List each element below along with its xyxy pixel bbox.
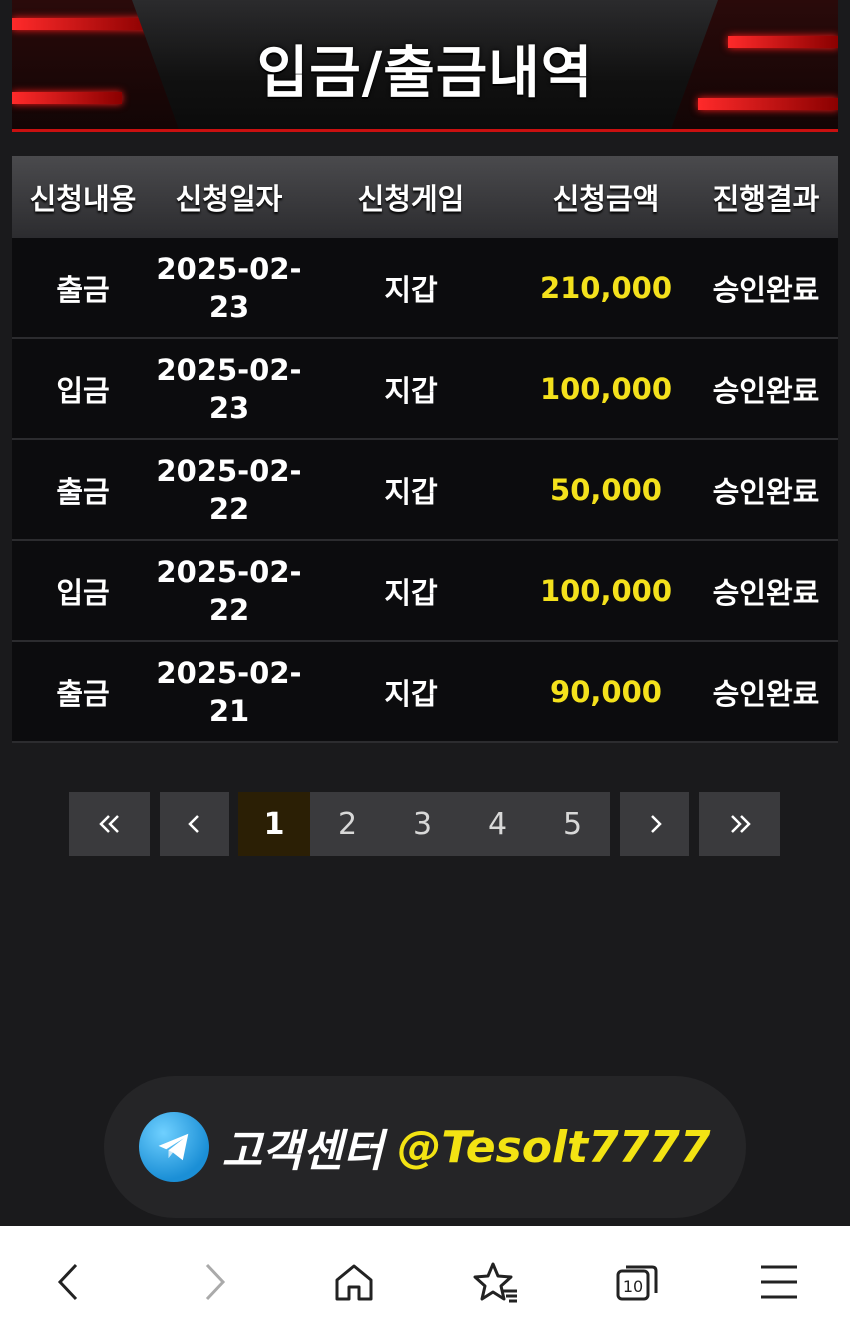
chevron-left-icon — [187, 815, 199, 833]
tab-count: 10 — [623, 1277, 643, 1296]
back-button[interactable] — [41, 1252, 101, 1312]
prev-page-button[interactable] — [160, 792, 229, 856]
page-numbers: 1 2 3 4 5 — [238, 792, 610, 856]
tabs-icon: 10 — [616, 1265, 658, 1301]
first-page-button[interactable] — [69, 792, 150, 856]
menu-icon — [761, 1265, 798, 1299]
history-table: 신청내용 신청일자 신청게임 신청금액 진행결과 출금 2025-02- 23 지… — [12, 156, 838, 743]
cell-game: 지갑 — [384, 676, 438, 711]
cell-date: 2025-02- 21 — [156, 655, 302, 728]
cell-amount: 210,000 — [539, 270, 673, 305]
cell-game: 지갑 — [384, 474, 438, 509]
cell-amount: 100,000 — [539, 371, 673, 406]
title-banner: 입금/출금내역 — [12, 0, 838, 132]
page-5-button[interactable]: 5 — [535, 792, 610, 856]
table-row: 출금 2025-02- 21 지갑 90,000 승인완료 — [12, 642, 838, 743]
cell-status: 승인완료 — [712, 676, 820, 711]
customer-center-button[interactable]: 고객센터 @Tesolt7777 — [104, 1076, 746, 1218]
cell-type: 출금 — [56, 676, 110, 711]
column-header-amount: 신청금액 — [552, 182, 660, 216]
table-header: 신청내용 신청일자 신청게임 신청금액 진행결과 — [12, 156, 838, 238]
column-header-game: 신청게임 — [357, 182, 465, 216]
forward-icon — [206, 1263, 226, 1301]
cell-status: 승인완료 — [712, 373, 820, 408]
cell-type: 출금 — [56, 272, 110, 307]
cell-status: 승인완료 — [712, 575, 820, 610]
table-row: 출금 2025-02- 22 지갑 50,000 승인완료 — [12, 440, 838, 541]
table-row: 출금 2025-02- 23 지갑 210,000 승인완료 — [12, 238, 838, 339]
forward-button[interactable] — [182, 1252, 242, 1312]
cell-amount: 100,000 — [539, 573, 673, 608]
column-header-type: 신청내용 — [29, 182, 137, 216]
cell-date: 2025-02- 23 — [156, 352, 302, 425]
cell-status: 승인완료 — [712, 474, 820, 509]
cell-type: 입금 — [56, 373, 110, 408]
double-chevron-left-icon — [98, 815, 119, 833]
bookmarks-button[interactable] — [466, 1252, 526, 1312]
page-4-button[interactable]: 4 — [460, 792, 535, 856]
cell-amount: 50,000 — [550, 472, 662, 507]
cell-amount: 90,000 — [550, 674, 662, 709]
back-icon — [57, 1263, 77, 1301]
cell-date: 2025-02- 23 — [156, 251, 302, 324]
cell-date: 2025-02- 22 — [156, 554, 302, 627]
page: 입금/출금내역 신청내용 신청일자 신청게임 신청금액 진행결과 출금 2025… — [0, 0, 850, 1338]
cell-game: 지갑 — [384, 272, 438, 307]
cell-type: 출금 — [56, 474, 110, 509]
column-header-date: 신청일자 — [175, 182, 283, 216]
cell-game: 지갑 — [384, 373, 438, 408]
customer-center-label: 고객센터 — [221, 1126, 384, 1177]
page-3-button[interactable]: 3 — [385, 792, 460, 856]
last-page-button[interactable] — [699, 792, 780, 856]
pagination: 1 2 3 4 5 — [69, 792, 780, 856]
bookmarks-icon — [473, 1262, 517, 1303]
tabs-button[interactable]: 10 — [607, 1252, 667, 1312]
double-chevron-right-icon — [730, 815, 751, 833]
chevron-right-icon — [650, 815, 662, 833]
menu-button[interactable] — [749, 1252, 809, 1312]
cell-date: 2025-02- 22 — [156, 453, 302, 526]
column-header-status: 진행결과 — [712, 182, 820, 216]
page-1-button[interactable]: 1 — [238, 792, 310, 856]
telegram-handle: @Tesolt7777 — [397, 1121, 711, 1173]
cell-type: 입금 — [56, 575, 110, 610]
table-row: 입금 2025-02- 22 지갑 100,000 승인완료 — [12, 541, 838, 642]
telegram-icon — [139, 1112, 210, 1182]
cell-game: 지갑 — [384, 575, 438, 610]
browser-toolbar: 10 — [0, 1226, 850, 1338]
page-2-button[interactable]: 2 — [310, 792, 385, 856]
table-row: 입금 2025-02- 23 지갑 100,000 승인완료 — [12, 339, 838, 440]
next-page-button[interactable] — [620, 792, 689, 856]
page-title: 입금/출금내역 — [256, 41, 594, 106]
home-icon — [335, 1264, 373, 1301]
cell-status: 승인완료 — [712, 272, 820, 307]
home-button[interactable] — [324, 1252, 384, 1312]
